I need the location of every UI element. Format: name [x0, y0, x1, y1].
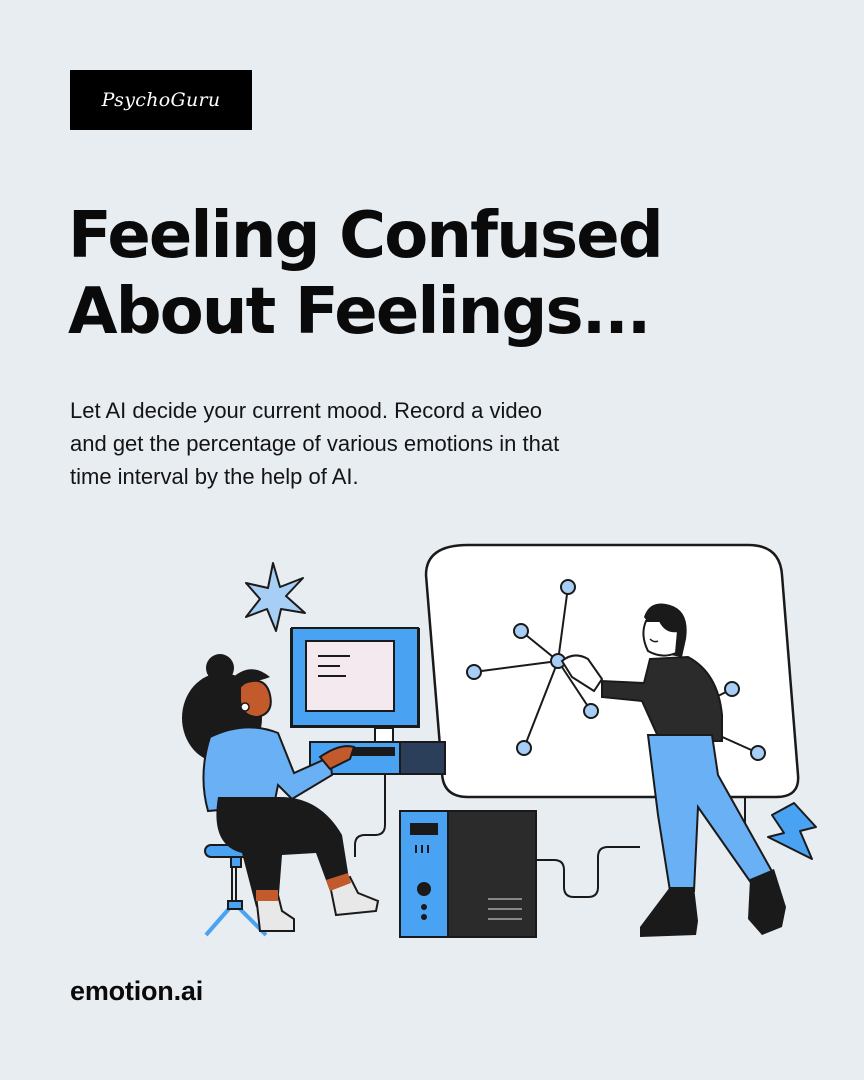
hero-illustration: [182, 543, 817, 938]
cable: [354, 770, 386, 857]
headline-line-2: About Feelings...: [68, 275, 651, 349]
lightning-icon: [767, 802, 817, 860]
cable: [536, 846, 640, 898]
logo-badge: PsychoGuru: [70, 70, 252, 130]
logo-text: PsychoGuru: [101, 89, 221, 111]
page-headline: Feeling Confused About Feelings...: [68, 198, 828, 350]
sparkle-icon: [245, 562, 306, 632]
footer-brand: emotion.ai: [70, 976, 204, 1006]
description-text: Let AI decide your current mood. Record …: [70, 398, 560, 489]
headline-line-1: Feeling Confused: [68, 199, 664, 273]
pc-tower: [399, 810, 537, 938]
computer-monitor: [290, 627, 420, 745]
